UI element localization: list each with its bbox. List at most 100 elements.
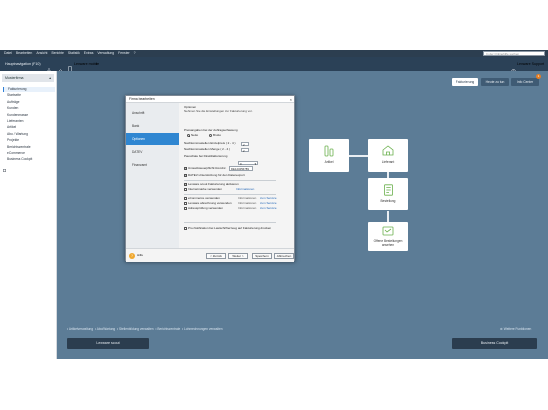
chevron-down-icon: ▾ [254,161,256,166]
sidebar-item-artikel[interactable]: Artikel [3,125,55,130]
sidebar-item-abo-wartung[interactable]: Abo / Wartung [3,132,55,137]
menu-bearbeiten[interactable]: Bearbeiten [16,51,32,55]
abrechnung-checkbox[interactable] [184,202,187,205]
pro-notification-label: Pro-Notification bei Lastschrifterzeug a… [188,225,272,230]
ecommerce-service-link[interactable]: zum Service [260,196,277,201]
card-lieferant[interactable]: Lieferant [368,139,408,172]
card-bestellung[interactable]: Bestellung [368,178,408,210]
dialog-footer: ? Hilfe < Zurück Weiter > Speichern Abbr… [126,248,294,262]
pauschale-label: Pauschale bei Direktfakturierung [184,154,228,158]
nk-einzelpreis-input[interactable]: 2 [241,141,249,146]
umsatz-checkbox[interactable]: ✓ [184,167,187,170]
adresspruefung-service-link[interactable]: zum Service [260,206,277,211]
cockpit-icon [3,159,6,172]
datev-label: DATEV-Unterstützung für den Datenexport [188,172,245,177]
help-icon[interactable]: ? [129,252,135,259]
card-artikel-label: Artikel [324,160,334,164]
menu-berichte[interactable]: Berichte [51,51,63,55]
menu-extras[interactable]: Extras [84,51,94,55]
separator [184,194,276,195]
back-button[interactable]: < Zurück [206,253,226,259]
chevron-down-icon[interactable]: ▾ [96,57,98,71]
sidebar-item-lieferanten[interactable]: Lieferanten [3,119,55,124]
tab-fakturierung[interactable]: Fakturierung [452,78,478,86]
dialog-nav: Anschrift Bank Optionen DATEV Finanzamt [126,103,179,254]
search-placeholder: In der Onlinehilfe suchen [486,52,520,56]
abrechnung-service-link[interactable]: zum Service [260,201,277,206]
adresspruefung-label: Adressprüfung verwenden [188,205,224,210]
bottom-links: • Artikelverwaltung • Abo/Wartung • Stel… [67,327,223,331]
sidebar-item-projekte[interactable]: Projekte [3,138,55,143]
download-icon[interactable] [47,61,51,74]
help-search-input[interactable]: In der Onlinehilfe suchen [483,51,545,56]
nk-menge-label: Nachkommastellen Menge ( 2 - 4 ) [184,147,231,151]
sidebar-item-berichtszentrale[interactable]: Berichtszentrale [3,145,55,150]
sidebar-item-startseite[interactable]: Startseite [3,93,55,98]
card-artikel[interactable]: Artikel [309,139,349,172]
internetmarke-label: Internetmarke verwenden [188,186,223,191]
next-button[interactable]: Weiter > [228,253,248,259]
umsatz-label: Umsatzsteuerpflicht: [188,165,216,170]
settings-icon: ⚙ [500,327,503,331]
support-label[interactable]: Lexware Support [517,57,544,71]
help-label[interactable]: Hilfe [137,253,143,258]
separator [184,222,276,223]
umsatz-id-input[interactable]: DE123456789 [229,166,253,171]
dialog-nav-optionen[interactable]: Optionen [126,133,179,145]
card-offene-bestellungen[interactable]: Offene Bestellungen ansehen [368,222,408,251]
card-bestellung-label: Bestellung [380,199,396,203]
lexware-scout-button[interactable]: Lexware scout [67,338,149,349]
internetmarke-checkbox[interactable] [184,188,187,191]
mobile-icon[interactable] [68,60,72,73]
tab-info-center[interactable]: Info Center [511,78,539,86]
toolbar-title[interactable]: Hauptnavigation (F10) [5,57,41,71]
menu-ansicht[interactable]: Ansicht [36,51,47,55]
umsatz-type: Ust-Idnr. [215,165,227,170]
sidebar-item-auftraege[interactable]: Aufträge [3,100,55,105]
radio-netto[interactable] [187,134,190,137]
dialog-title: Firma bearbeiten [126,96,294,103]
menu-datei[interactable]: Datei [4,51,12,55]
menu-verwaltung[interactable]: Verwaltung [97,51,114,55]
link-abo-wartung[interactable]: • Abo/Wartung [95,327,115,331]
nk-menge-input[interactable]: 2 [241,147,249,152]
radio-brutto[interactable] [209,134,212,137]
link-artikelverwaltung[interactable]: • Artikelverwaltung [67,327,93,331]
tab-heute-zu-tun[interactable]: Heute zu tun [481,78,509,86]
save-button[interactable]: Speichern [252,253,272,259]
sidebar-item-kundenmasse[interactable]: Kundenmasse [3,113,55,118]
radio-brutto-label: Brutto [213,132,222,137]
close-icon[interactable]: × [290,97,292,102]
dialog-nav-bank[interactable]: Bank [126,120,179,132]
pauschale-select[interactable]: 0 ▾ [238,160,258,166]
adresspruefung-checkbox[interactable] [184,207,187,210]
sidebar-item-fakturierung[interactable]: Fakturierung [3,87,55,93]
ecommerce-checkbox[interactable] [184,197,187,200]
lexware-scout-checkbox[interactable]: ✓ [184,183,187,186]
dialog-nav-anschrift[interactable]: Anschrift [126,107,179,119]
cancel-button[interactable]: Abbrechen [274,253,294,259]
support-icon[interactable] [511,61,516,74]
lieferant-icon [382,145,394,156]
sidebar-header[interactable]: Musterfirma ▴ [2,74,54,82]
pro-notification-checkbox[interactable] [184,227,187,230]
datev-checkbox[interactable]: ✓ [184,174,187,177]
nk-einzelpreis-label: Nachkommastellen Einzelpreis ( 2 - 4 ) [184,141,236,145]
business-cockpit-button[interactable]: Business Cockpit [452,338,537,349]
internetmarke-info-link[interactable]: Informationen [236,187,254,192]
chevron-up-icon: ▴ [49,76,51,80]
dialog-nav-datev[interactable]: DATEV [126,146,179,158]
dialog-nav-finanzamt[interactable]: Finanzamt [126,159,179,171]
sidebar-item-business-cockpit[interactable]: Business Cockpit [3,157,55,162]
home-icon[interactable] [58,61,63,74]
link-berichtszentrale[interactable]: • Berichtszentrale [155,327,180,331]
link-lohnrechnungen[interactable]: • Lohnrechnungen verwalten [182,327,222,331]
menu-help[interactable]: ? [134,51,136,55]
menu-bar: Datei Bearbeiten Ansicht Berichte Statistik E… [0,50,548,57]
sidebar-item-ecommerce[interactable]: eCommerce [3,151,55,156]
weitere-funktionen[interactable]: ⚙ Weitere Funktionen [500,327,540,331]
menu-statistik[interactable]: Statistik [68,51,80,55]
link-stellenbildung[interactable]: • Stellenbildung verwalten [117,327,154,331]
sidebar-item-kunden[interactable]: Kunden [3,106,55,111]
menu-fenster[interactable]: Fenster [118,51,130,55]
